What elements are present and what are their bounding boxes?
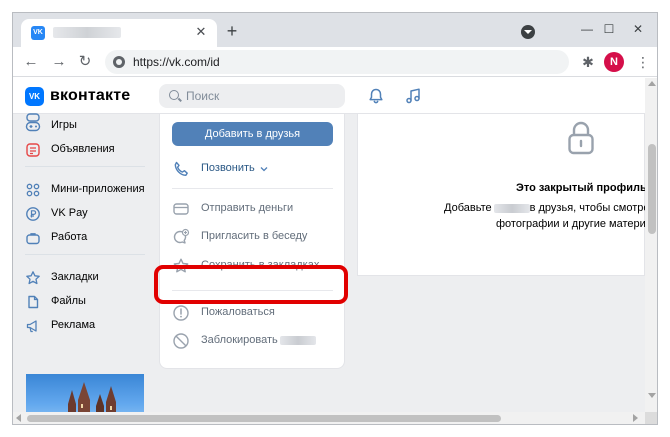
closed-profile-panel: Это закрытый профиль Добавьте в друзья, ч… — [357, 114, 645, 276]
browser-tab[interactable]: VK ✕ — [21, 19, 217, 47]
report-label: Пожаловаться — [201, 306, 275, 318]
maximize-button[interactable]: ☐ — [598, 19, 620, 39]
redacted-name — [493, 203, 530, 213]
scroll-down-arrow-icon[interactable] — [648, 393, 656, 398]
block-action[interactable]: Заблокировать — [172, 330, 342, 352]
sidebar-item-ads[interactable]: Объявления — [25, 140, 153, 160]
forward-button[interactable]: → — [49, 52, 69, 72]
closed-text-part: Добавьте — [444, 202, 492, 214]
browser-menu-icon[interactable]: ⋮ — [636, 53, 650, 71]
closed-profile-title: Это закрытый профиль — [516, 182, 645, 194]
actions-divider — [172, 188, 333, 189]
scrollbar-corner — [645, 412, 657, 424]
menu-divider — [25, 254, 145, 255]
sidebar-item-advertising[interactable]: Реклама — [25, 316, 153, 336]
tab-close-icon[interactable]: ✕ — [193, 24, 209, 40]
briefcase-icon — [26, 233, 40, 245]
sidebar-item-games[interactable]: Игры — [25, 116, 153, 136]
close-window-button[interactable]: ✕ — [627, 19, 649, 39]
closed-profile-text-line2: фотографии и другие матери — [496, 218, 645, 230]
menu-divider — [25, 166, 145, 167]
chat-add-icon — [173, 228, 190, 244]
add-friend-button[interactable]: Добавить в друзья — [172, 122, 333, 146]
reload-button[interactable]: ↻ — [75, 52, 95, 72]
search-placeholder: Поиск — [186, 89, 220, 103]
sidebar-item-label: Закладки — [51, 271, 99, 283]
highlight-frame — [154, 265, 348, 304]
scroll-left-arrow-icon[interactable] — [16, 414, 21, 422]
sidebar-item-bookmarks[interactable]: Закладки — [25, 268, 153, 288]
left-menu: Игры Объявления Мини-приложения VK Pay Р… — [13, 113, 153, 412]
send-money-label: Отправить деньги — [201, 202, 294, 214]
vertical-scrollbar[interactable] — [645, 78, 657, 412]
profile-avatar[interactable]: N — [604, 52, 624, 72]
sidebar-item-label: Файлы — [51, 295, 86, 307]
block-label-text: Заблокировать — [201, 334, 278, 346]
sidebar-item-label: Работа — [51, 231, 88, 243]
tab-strip: VK ✕ + — ☐ ✕ — [13, 13, 657, 47]
sidebar-item-mini-apps[interactable]: Мини-приложения — [25, 180, 153, 200]
horizontal-scrollbar[interactable] — [13, 412, 645, 424]
vk-favicon-icon: VK — [31, 26, 45, 40]
send-money-action[interactable]: Отправить деньги — [172, 198, 342, 220]
extensions-puzzle-icon[interactable]: ✱ — [580, 54, 596, 70]
sidebar-item-work[interactable]: Работа — [25, 228, 153, 248]
browser-toolbar: ← → ↻ https://vk.com/id ✱ N ⋮ — [13, 47, 657, 77]
block-icon — [173, 333, 189, 349]
sidebar-item-label: Объявления — [51, 143, 115, 155]
address-url: https://vk.com/id — [133, 55, 220, 69]
sidebar-item-label: Мини-приложения — [51, 183, 145, 195]
report-action[interactable]: Пожаловаться — [172, 302, 342, 324]
sidebar-item-label: Игры — [51, 119, 77, 131]
mini-apps-icon — [26, 183, 40, 197]
warning-circle-icon — [173, 305, 189, 321]
star-icon — [26, 271, 40, 285]
page-viewport: VK вконтакте Поиск Игры Объявления Мини-… — [13, 78, 645, 412]
tab-search-icon[interactable] — [521, 25, 535, 39]
chevron-down-icon — [260, 167, 268, 172]
scroll-up-arrow-icon[interactable] — [648, 81, 656, 86]
call-label: Позвонить — [201, 162, 255, 174]
sidebar-item-files[interactable]: Файлы — [25, 292, 153, 312]
wallet-icon — [173, 203, 189, 215]
back-button[interactable]: ← — [21, 52, 41, 72]
redacted-name — [279, 335, 316, 345]
vk-logo-text[interactable]: вконтакте — [50, 87, 130, 105]
minimize-button[interactable]: — — [576, 19, 598, 39]
ads-icon — [26, 143, 40, 157]
search-icon — [169, 90, 179, 100]
site-info-icon[interactable] — [113, 56, 125, 68]
horizontal-scroll-thumb[interactable] — [27, 415, 501, 422]
new-tab-button[interactable]: + — [223, 22, 241, 40]
promo-banner[interactable] — [26, 374, 144, 412]
browser-window: VK ✕ + — ☐ ✕ ← → ↻ https://vk.com/id ✱ N… — [12, 12, 658, 425]
profile-actions-panel: Добавить в друзья Позвонить Отправить де… — [159, 114, 345, 369]
files-icon — [28, 295, 39, 309]
closed-text-part: в друзья, чтобы смотре — [529, 202, 645, 214]
sidebar-item-label: VK Pay — [51, 207, 88, 219]
bell-icon[interactable] — [367, 87, 385, 105]
phone-icon — [174, 161, 188, 176]
castle-image — [68, 382, 116, 412]
call-action[interactable]: Позвонить — [172, 158, 342, 180]
sidebar-item-vk-pay[interactable]: VK Pay — [25, 204, 153, 224]
vk-search-input[interactable]: Поиск — [159, 84, 345, 108]
music-icon[interactable] — [404, 87, 422, 105]
scroll-right-arrow-icon[interactable] — [633, 414, 638, 422]
invite-chat-label: Пригласить в беседу — [201, 230, 308, 242]
address-bar[interactable]: https://vk.com/id — [105, 50, 569, 74]
invite-chat-action[interactable]: Пригласить в беседу — [172, 226, 342, 248]
lock-icon — [568, 121, 594, 155]
vk-pay-icon — [26, 207, 40, 221]
tab-title-redacted — [53, 27, 121, 38]
megaphone-icon — [26, 320, 37, 333]
closed-profile-text-line1: Добавьте в друзья, чтобы смотре — [444, 202, 645, 214]
gamepad-icon — [25, 121, 41, 132]
vertical-scroll-thumb[interactable] — [648, 144, 656, 234]
sidebar-item-label: Реклама — [51, 319, 96, 331]
block-label: Заблокировать — [201, 334, 316, 346]
